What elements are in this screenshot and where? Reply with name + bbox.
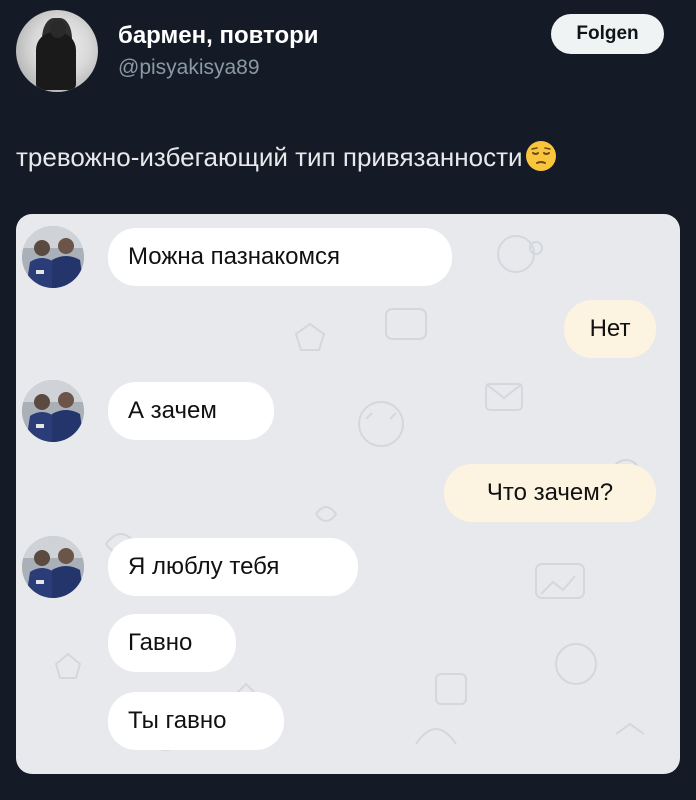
incoming-message-bubble[interactable]: А зачем [108,382,274,440]
tweet-text-content: тревожно-избегающий тип привязанности [16,142,523,172]
display-name[interactable]: бармен, повтори [118,22,319,50]
sender-avatar-photo [22,226,84,288]
user-handle[interactable]: @pisyakisya89 [118,56,260,80]
incoming-message-bubble[interactable]: Можна пазнакомся [108,228,452,286]
sender-avatar-photo [22,536,84,598]
pensive-face-icon [525,141,556,171]
sender-avatar[interactable] [22,226,84,288]
profile-avatar[interactable] [16,10,98,92]
avatar-figure-body [36,32,76,90]
outgoing-message-bubble[interactable]: Нет [564,300,656,358]
sender-avatar[interactable] [22,380,84,442]
avatar-figure-head [50,20,66,38]
incoming-message-bubble[interactable]: Я люблу тебя [108,538,358,596]
outgoing-message-bubble[interactable]: Что зачем? [444,464,656,522]
sender-avatar-photo [22,380,84,442]
tweet-text: тревожно-избегающий тип привязанности [16,140,557,173]
sender-avatar[interactable] [22,536,84,598]
chat-screenshot: Можна пазнакомся Нет А зачем Что зачем? Я лю… [16,214,680,774]
follow-button[interactable]: Folgen [551,14,664,54]
tweet-header: бармен, повтори @pisyakisya89 Folgen [0,0,696,110]
incoming-message-bubble[interactable]: Гавно [108,614,236,672]
incoming-message-bubble[interactable]: Ты гавно [108,692,284,750]
